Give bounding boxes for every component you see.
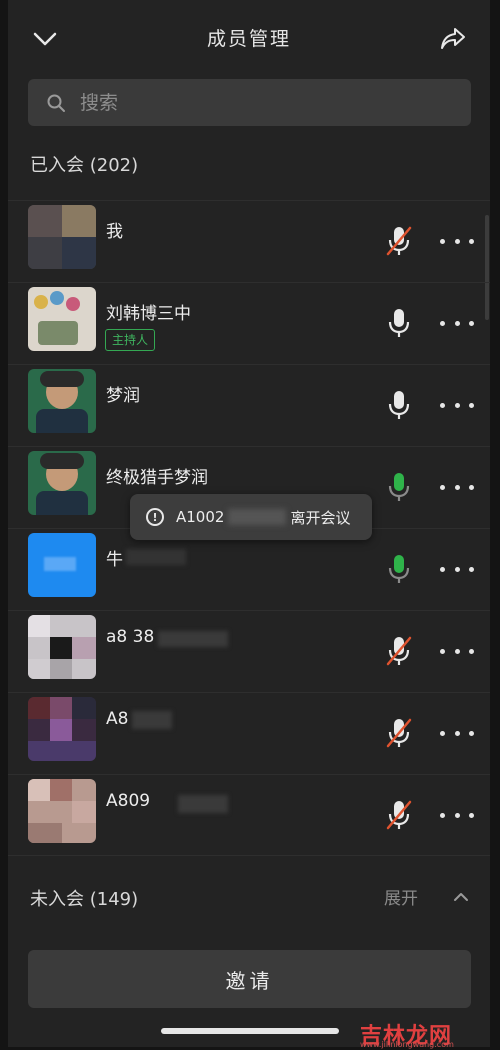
- search-icon: [46, 92, 68, 114]
- mic-muted-button[interactable]: [384, 223, 414, 259]
- more-button[interactable]: [440, 805, 474, 825]
- more-button[interactable]: [440, 477, 474, 497]
- more-button[interactable]: [440, 395, 474, 415]
- blurred-name-patch: [132, 711, 172, 729]
- header: 成员管理: [8, 0, 490, 78]
- divider: [8, 855, 490, 856]
- avatar: [28, 205, 96, 269]
- toast-text-suffix: 离开会议: [290, 508, 351, 527]
- page-title: 成员管理: [206, 28, 291, 50]
- host-badge: 主持人: [105, 329, 156, 351]
- member-name: A8: [106, 709, 129, 729]
- member-name: a8 38: [106, 627, 155, 647]
- mic-icon: [388, 309, 410, 337]
- mic-speaking-button[interactable]: [384, 551, 414, 587]
- list-item[interactable]: 我: [8, 200, 490, 282]
- mic-button[interactable]: [384, 305, 414, 341]
- member-name: A809: [106, 791, 151, 811]
- mic-button[interactable]: [384, 387, 414, 423]
- more-button[interactable]: [440, 559, 474, 579]
- list-item[interactable]: 牛: [8, 528, 490, 610]
- mic-icon: [388, 391, 410, 419]
- blurred-name-patch: [158, 631, 228, 647]
- more-button[interactable]: [440, 723, 474, 743]
- mic-speaking-icon: [388, 473, 410, 501]
- leave-toast: ! A1002 离开会议: [130, 494, 372, 540]
- share-button[interactable]: [436, 22, 470, 56]
- member-name: 梦润: [106, 386, 140, 406]
- expand-button[interactable]: 展开: [384, 884, 418, 909]
- mic-speaking-button[interactable]: [384, 469, 414, 505]
- watermark-url: www.jilinlongwang.com: [360, 1040, 454, 1049]
- blurred-name-patch: [178, 795, 228, 813]
- list-item[interactable]: 梦润: [8, 364, 490, 446]
- member-name: 刘韩博三中: [106, 304, 191, 324]
- member-name: 终极猎手梦润: [106, 468, 208, 488]
- blurred-toast-patch: [228, 509, 287, 525]
- alert-icon: !: [146, 508, 164, 526]
- chevron-up-icon[interactable]: [451, 887, 471, 907]
- mic-muted-icon: [386, 800, 412, 830]
- mic-muted-button[interactable]: [384, 797, 414, 833]
- list-item[interactable]: 刘韩博三中 主持人: [8, 282, 490, 364]
- mic-speaking-icon: [388, 555, 410, 583]
- list-item[interactable]: A809: [8, 774, 490, 856]
- avatar: [28, 451, 96, 515]
- home-indicator[interactable]: [161, 1028, 339, 1034]
- mic-muted-icon: [386, 226, 412, 256]
- invite-button[interactable]: 邀请: [28, 950, 471, 1008]
- joined-section-title: 已入会 (202): [30, 155, 139, 176]
- list-item[interactable]: A8: [8, 692, 490, 774]
- more-button[interactable]: [440, 641, 474, 661]
- member-name: 牛: [106, 550, 123, 570]
- not-joined-section-title: 未入会 (149): [30, 889, 139, 910]
- avatar: [28, 615, 96, 679]
- share-icon: [441, 28, 465, 49]
- avatar: [28, 287, 96, 351]
- mic-muted-button[interactable]: [384, 633, 414, 669]
- member-name: 我: [106, 222, 123, 242]
- avatar: [28, 697, 96, 761]
- member-management-screen: 成员管理 已入会 (202) 我: [8, 0, 490, 1047]
- search-input[interactable]: [78, 90, 442, 115]
- more-button[interactable]: [440, 231, 474, 251]
- blurred-name-patch: [126, 549, 186, 565]
- search-bar[interactable]: [28, 79, 471, 126]
- mic-muted-icon: [386, 636, 412, 666]
- more-button[interactable]: [440, 313, 474, 333]
- mic-muted-button[interactable]: [384, 715, 414, 751]
- toast-text-prefix: A1002: [176, 508, 225, 526]
- mic-muted-icon: [386, 718, 412, 748]
- avatar: [28, 533, 96, 597]
- avatar: [28, 369, 96, 433]
- avatar: [28, 779, 96, 843]
- list-item[interactable]: a8 38: [8, 610, 490, 692]
